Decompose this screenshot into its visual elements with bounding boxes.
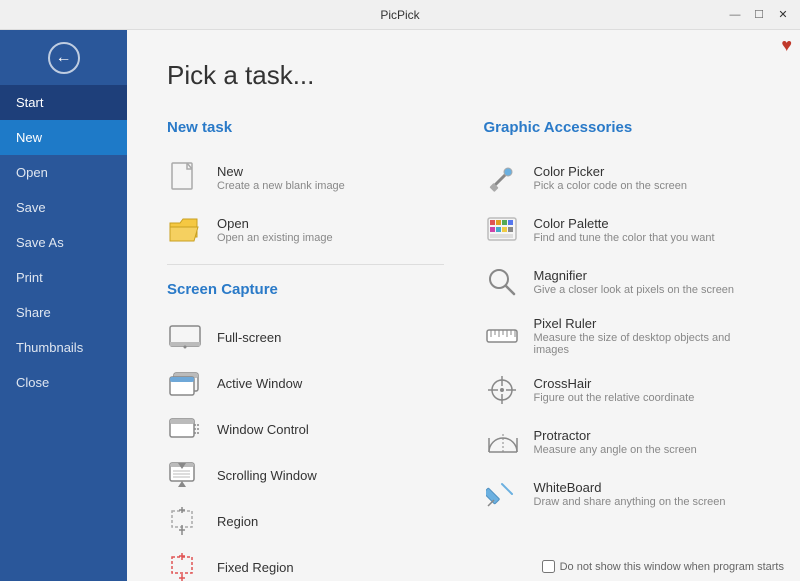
close-window-button[interactable]: ✕ — [774, 6, 792, 24]
titlebar-controls: — ☐ ✕ — [726, 6, 792, 24]
left-column: New task New Create a new bla — [167, 119, 444, 581]
whiteboard-icon — [484, 476, 520, 512]
sidebar-item-save-as[interactable]: Save As — [0, 225, 127, 260]
sidebar-item-save[interactable]: Save — [0, 190, 127, 225]
active-window-label: Active Window — [217, 376, 302, 391]
fullscreen-label: Full-screen — [217, 330, 281, 345]
color-picker-label: Color Picker — [534, 164, 687, 179]
color-picker-text: Color Picker Pick a color code on the sc… — [534, 164, 687, 192]
fixed-region-label: Fixed Region — [217, 560, 294, 575]
scrolling-window-label: Scrolling Window — [217, 468, 317, 483]
region-item[interactable]: Region — [167, 498, 444, 544]
color-palette-icon — [484, 212, 520, 248]
color-picker-desc: Pick a color code on the screen — [534, 180, 687, 192]
open-image-desc: Open an existing image — [217, 232, 333, 244]
sidebar-nav: Start New Open Save Save As Print — [0, 85, 127, 581]
back-button[interactable]: ← — [0, 30, 127, 85]
magnifier-text: Magnifier Give a closer look at pixels o… — [534, 268, 735, 296]
crosshair-desc: Figure out the relative coordinate — [534, 392, 695, 404]
fixed-region-item[interactable]: Fixed Region — [167, 544, 444, 581]
section-divider — [167, 264, 444, 265]
magnifier-icon — [484, 264, 520, 300]
crosshair-label: CrossHair — [534, 376, 695, 391]
right-column: Graphic Accessories Color Picker — [484, 119, 761, 581]
page-title: Pick a task... — [167, 60, 760, 91]
do-not-show-checkbox[interactable] — [542, 560, 555, 573]
magnifier-desc: Give a closer look at pixels on the scre… — [534, 284, 735, 296]
active-window-item[interactable]: Active Window — [167, 360, 444, 406]
new-task-section-title: New task — [167, 119, 444, 136]
main-content: Pick a task... New task — [127, 30, 800, 581]
fixed-region-icon — [167, 553, 203, 581]
active-window-icon — [167, 369, 203, 397]
pixel-ruler-text: Pixel Ruler Measure the size of desktop … — [534, 316, 761, 356]
pixel-ruler-icon — [484, 318, 520, 354]
open-image-label: Open — [217, 216, 333, 231]
sidebar-item-new[interactable]: New — [0, 120, 127, 155]
content-grid: New task New Create a new bla — [167, 119, 760, 581]
magnifier-label: Magnifier — [534, 268, 735, 283]
app-body: ← Start New Open Save Save As — [0, 30, 800, 581]
titlebar-title: PicPick — [380, 8, 419, 22]
sidebar-item-print[interactable]: Print — [0, 260, 127, 295]
color-palette-item[interactable]: Color Palette Find and tune the color th… — [484, 204, 761, 256]
maximize-button[interactable]: ☐ — [750, 6, 768, 24]
protractor-desc: Measure any angle on the screen — [534, 444, 697, 456]
color-palette-text: Color Palette Find and tune the color th… — [534, 216, 715, 244]
window-control-item[interactable]: Window Control — [167, 406, 444, 452]
pixel-ruler-item[interactable]: Pixel Ruler Measure the size of desktop … — [484, 308, 761, 364]
color-palette-desc: Find and tune the color that you want — [534, 232, 715, 244]
color-picker-item[interactable]: Color Picker Pick a color code on the sc… — [484, 152, 761, 204]
back-circle-icon: ← — [48, 42, 80, 74]
region-icon — [167, 507, 203, 535]
crosshair-icon — [484, 372, 520, 408]
crosshair-item[interactable]: CrossHair Figure out the relative coordi… — [484, 364, 761, 416]
window-control-label: Window Control — [217, 422, 309, 437]
scrolling-window-icon — [167, 461, 203, 489]
whiteboard-text: WhiteBoard Draw and share anything on th… — [534, 480, 726, 508]
sidebar-item-share[interactable]: Share — [0, 295, 127, 330]
whiteboard-label: WhiteBoard — [534, 480, 726, 495]
open-image-item[interactable]: Open Open an existing image — [167, 204, 444, 256]
sidebar-item-close[interactable]: Close — [0, 365, 127, 400]
magnifier-item[interactable]: Magnifier Give a closer look at pixels o… — [484, 256, 761, 308]
fullscreen-item[interactable]: Full-screen — [167, 314, 444, 360]
sidebar-item-thumbnails[interactable]: Thumbnails — [0, 330, 127, 365]
protractor-text: Protractor Measure any angle on the scre… — [534, 428, 697, 456]
pixel-ruler-desc: Measure the size of desktop objects and … — [534, 332, 761, 356]
graphic-accessories-section-title: Graphic Accessories — [484, 119, 761, 136]
protractor-icon — [484, 424, 520, 460]
bottom-bar: Do not show this window when program sta… — [542, 560, 784, 573]
pixel-ruler-label: Pixel Ruler — [534, 316, 761, 331]
new-image-desc: Create a new blank image — [217, 180, 345, 192]
color-picker-icon — [484, 160, 520, 196]
protractor-label: Protractor — [534, 428, 697, 443]
protractor-item[interactable]: Protractor Measure any angle on the scre… — [484, 416, 761, 468]
titlebar: PicPick — ☐ ✕ — [0, 0, 800, 30]
whiteboard-desc: Draw and share anything on the screen — [534, 496, 726, 508]
sidebar: ← Start New Open Save Save As — [0, 30, 127, 581]
scrolling-window-item[interactable]: Scrolling Window — [167, 452, 444, 498]
fullscreen-icon — [167, 323, 203, 351]
region-label: Region — [217, 514, 258, 529]
open-image-text: Open Open an existing image — [217, 216, 333, 244]
color-palette-label: Color Palette — [534, 216, 715, 231]
screen-capture-section-title: Screen Capture — [167, 281, 444, 298]
new-image-label: New — [217, 164, 345, 179]
do-not-show-label: Do not show this window when program sta… — [560, 561, 784, 573]
new-image-item[interactable]: New Create a new blank image — [167, 152, 444, 204]
new-image-icon — [167, 160, 203, 196]
whiteboard-item[interactable]: WhiteBoard Draw and share anything on th… — [484, 468, 761, 520]
sidebar-item-open[interactable]: Open — [0, 155, 127, 190]
new-image-text: New Create a new blank image — [217, 164, 345, 192]
minimize-button[interactable]: — — [726, 6, 744, 24]
watermark: ♥ — [781, 35, 792, 56]
open-image-icon — [167, 212, 203, 248]
window-control-icon — [167, 415, 203, 443]
crosshair-text: CrossHair Figure out the relative coordi… — [534, 376, 695, 404]
sidebar-item-start[interactable]: Start — [0, 85, 127, 120]
